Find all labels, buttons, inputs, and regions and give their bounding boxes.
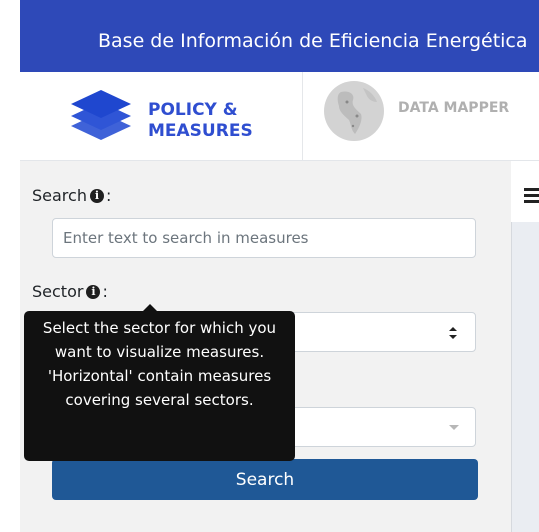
main-tabs: POLICY & MEASURES DATA MAPPER bbox=[20, 72, 539, 161]
content-area bbox=[511, 222, 539, 532]
search-label-text: Search bbox=[32, 186, 87, 205]
search-field-label: Search i: bbox=[32, 186, 111, 205]
layers-icon bbox=[71, 90, 131, 140]
tab-data-mapper[interactable]: DATA MAPPER bbox=[303, 72, 539, 160]
tab-data-mapper-label: DATA MAPPER bbox=[398, 100, 510, 116]
globe-icon bbox=[324, 81, 384, 141]
sector-label-text: Sector bbox=[32, 282, 84, 301]
tab-policy-label: POLICY & MEASURES bbox=[148, 100, 253, 141]
select-caret-icon bbox=[449, 327, 457, 339]
tab-policy-measures[interactable]: POLICY & MEASURES bbox=[20, 72, 303, 160]
menu-icon[interactable] bbox=[524, 188, 539, 204]
tooltip-arrow bbox=[143, 304, 157, 311]
sector-label-suffix: : bbox=[102, 282, 108, 301]
chevron-down-icon bbox=[449, 425, 459, 430]
sector-tooltip: Select the sector for which you want to … bbox=[24, 304, 295, 461]
app-header: Base de Información de Eficiencia Energé… bbox=[20, 0, 539, 72]
search-button[interactable]: Search bbox=[52, 459, 478, 500]
search-input[interactable]: Enter text to search in measures bbox=[52, 218, 476, 258]
tooltip-text: Select the sector for which you want to … bbox=[42, 319, 277, 409]
app-title: Base de Información de Eficiencia Energé… bbox=[98, 30, 528, 52]
info-icon[interactable]: i bbox=[89, 188, 104, 203]
search-label-suffix: : bbox=[105, 186, 112, 205]
info-icon[interactable]: i bbox=[86, 284, 101, 299]
sector-field-label: Sector i: bbox=[32, 282, 108, 301]
